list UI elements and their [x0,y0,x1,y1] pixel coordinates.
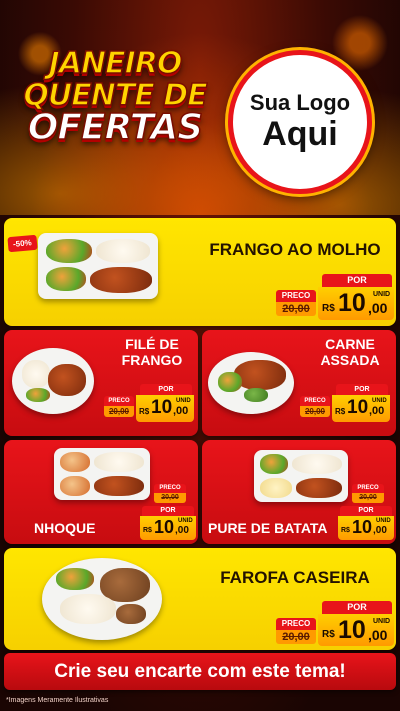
food-image [12,348,94,414]
price-tag: R$ 10 UNID ,00 [338,516,394,540]
logo-line1: Sua Logo [249,90,351,115]
new-price-label: POR [336,384,388,395]
new-price-label: POR [340,506,392,516]
old-price-label: PRECO [352,484,384,493]
currency: R$ [322,629,335,640]
old-price: 20,00 [276,630,316,644]
currency: R$ [143,527,152,534]
price-integer: 10 [347,397,369,418]
flyer-page: JANEIRO QUENTE DE OFERTAS Sua Logo Aqui … [0,0,400,711]
product-card-pure-de-batata[interactable]: PURE DE BATATA PRECO 20,00 POR R$ 10 UNI… [202,440,396,544]
footnote: *Imagens Meramente Ilustrativas [6,697,109,704]
old-price: 20,00 [276,302,316,316]
headline-line1: JANEIRO [48,46,183,81]
price-tag: R$ 10 UNID ,00 [136,395,194,422]
price-integer: 10 [338,289,366,317]
price-integer: 10 [338,616,366,644]
price-decimal: ,00 [175,525,189,536]
price-decimal: ,00 [368,627,388,643]
food-image [208,352,294,414]
product-name: PURE DE BATATA [208,520,328,536]
old-price-label: PRECO [276,290,316,302]
old-price-label: PRECO [276,618,316,630]
price-decimal: ,00 [368,300,388,316]
old-price-label: PRECO [104,396,134,406]
new-price-label: POR [140,384,192,395]
price-decimal: ,00 [373,525,387,536]
logo-placeholder[interactable]: Sua Logo Aqui [228,50,372,194]
food-image [54,448,150,500]
food-image [38,233,158,299]
headline-line3: OFERTAS [27,107,204,148]
product-name: CARNE ASSADA [320,336,380,368]
product-card-farofa-caseira[interactable]: FAROFA CASEIRA PRECO 20,00 POR R$ 10 UNI… [4,548,396,650]
product-name: FRANGO AO MOLHO [209,240,381,259]
unit-label: UNID [178,518,193,524]
price-tag: R$ 10 UNID ,00 [318,287,394,320]
product-card-frango-ao-molho[interactable]: FRANGO AO MOLHO PRECO 20,00 POR R$ 10 UN… [4,218,396,326]
product-card-nhoque[interactable]: NHOQUE PRECO 20,00 POR R$ 10 UNID ,00 [4,440,198,544]
price-decimal: ,00 [173,405,189,417]
unit-label: UNID [376,518,391,524]
currency: R$ [341,527,350,534]
new-price-label: POR [322,601,392,614]
unit-label: UNID [373,291,391,298]
currency: R$ [322,303,335,314]
currency: R$ [139,407,150,416]
product-card-file-de-frango[interactable]: FILÉ DE FRANGO PRECO 20,00 POR R$ 10 UNI… [4,330,198,436]
food-image [254,450,348,502]
headline: JANEIRO QUENTE DE OFERTAS [10,46,220,148]
unit-label: UNID [373,618,391,625]
new-price-label: POR [322,274,392,287]
price-tag: R$ 10 UNID ,00 [318,614,394,646]
product-name: FILÉ DE FRANGO [121,336,183,368]
old-price: 20,00 [300,406,330,417]
price-decimal: ,00 [369,405,385,417]
unit-label: UNID [176,398,191,404]
product-card-carne-assada[interactable]: CARNE ASSADA PRECO 20,00 POR R$ 10 UNID … [202,330,396,436]
old-price: 20,00 [104,406,134,417]
discount-badge: -50% [7,234,38,253]
old-price: 20,00 [352,493,384,503]
logo-line2: Aqui [262,115,338,153]
cta-banner[interactable]: Crie seu encarte com este tema! [4,653,396,690]
old-price-label: PRECO [154,484,186,493]
old-price-label: PRECO [300,396,330,406]
product-name: FAROFA CASEIRA [220,568,370,587]
unit-label: UNID [372,398,387,404]
price-integer: 10 [352,517,373,537]
price-tag: R$ 10 UNID ,00 [140,516,196,540]
currency: R$ [335,407,346,416]
price-integer: 10 [154,517,175,537]
old-price: 20,00 [154,493,186,503]
price-integer: 10 [151,397,173,418]
product-name: NHOQUE [34,520,96,536]
price-tag: R$ 10 UNID ,00 [332,395,390,422]
food-image [42,558,162,640]
new-price-label: POR [142,506,194,516]
